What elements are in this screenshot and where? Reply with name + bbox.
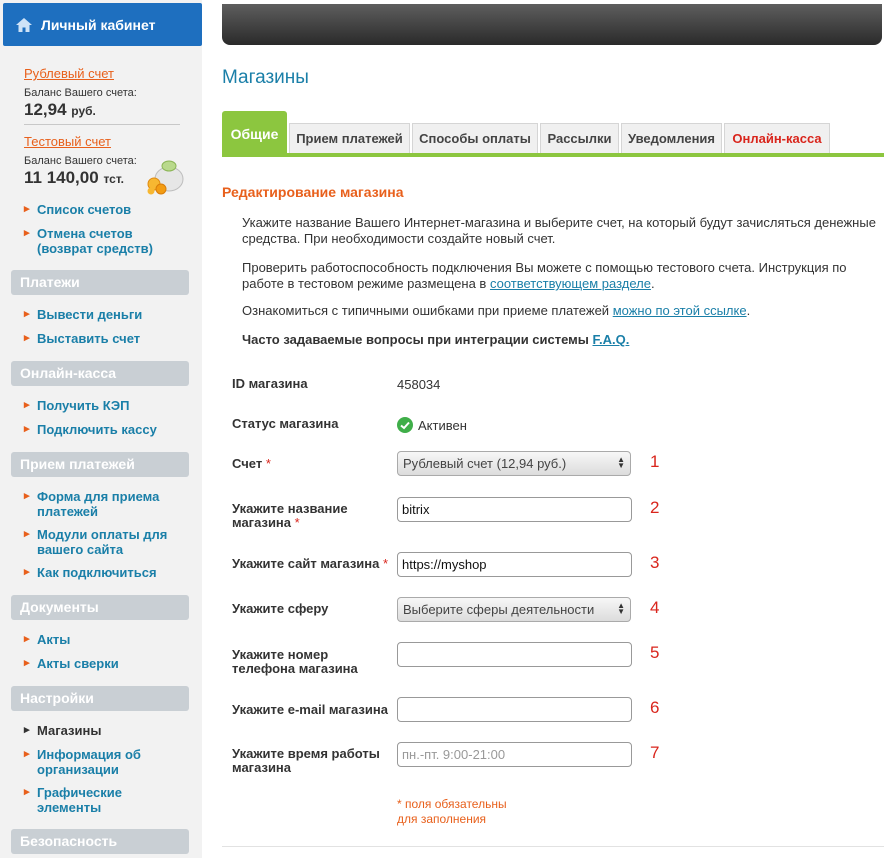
intro-text-2: Проверить работоспособность подключения …	[242, 260, 847, 291]
tab-mailings[interactable]: Рассылки	[540, 123, 619, 153]
sidebar-item-invoice[interactable]: ▸ Выставить счет	[24, 331, 140, 346]
sidebar-item-how-to-connect[interactable]: ▸ Как подключиться	[24, 565, 157, 580]
balance-label: Баланс Вашего счета:	[24, 155, 137, 167]
tab-online-kassa[interactable]: Онлайн-касса	[724, 123, 830, 153]
phone-input[interactable]	[397, 642, 632, 667]
tab-general[interactable]: Общие	[222, 111, 287, 157]
sidebar-item-payment-form[interactable]: ▸ Форма для приема платежей	[24, 489, 174, 519]
status-label: Статус магазина	[232, 416, 339, 431]
marker-7: 7	[650, 743, 660, 762]
shop-id-value: 458034	[397, 377, 441, 392]
balance-value: 11 140,00 тст.	[24, 168, 124, 187]
bullet-icon: ▸	[24, 748, 30, 760]
sidebar-section-online-kassa: Онлайн-касса	[11, 361, 189, 386]
sidebar-item-connect-kassa[interactable]: ▸ Подключить кассу	[24, 422, 157, 437]
select-arrows-icon: ▲ ▼	[617, 601, 625, 616]
marker-3: 3	[650, 553, 660, 572]
hours-label: Укажите время работы магазина	[232, 746, 380, 775]
coins-icon	[145, 155, 187, 195]
shop-name-label: Укажите название магазина *	[232, 501, 348, 530]
page-title: Магазины	[222, 67, 309, 88]
faq-link[interactable]: F.A.Q.	[593, 332, 630, 347]
sidebar-header[interactable]: Личный кабинет	[3, 3, 202, 46]
sidebar-header-title: Личный кабинет	[41, 16, 156, 33]
bullet-icon: ▸	[24, 227, 30, 239]
bullet-icon: ▸	[24, 490, 30, 502]
email-input[interactable]	[397, 697, 632, 722]
bullet-icon: ▸	[24, 786, 30, 798]
sidebar-item-payment-modules[interactable]: ▸ Модули оплаты для вашего сайта	[24, 527, 174, 557]
account-label: Счет *	[232, 456, 271, 471]
sidebar-item-cancel-accounts[interactable]: ▸ Отмена счетов (возврат средств)	[24, 226, 184, 256]
sidebar-section-settings: Настройки	[11, 686, 189, 711]
sidebar-section-security: Безопасность	[11, 829, 189, 854]
divider	[222, 846, 884, 847]
account-ruble-link[interactable]: Рублевый счет	[24, 66, 114, 81]
sidebar-item-accounts-list[interactable]: ▸ Список счетов	[24, 202, 131, 217]
bullet-icon: ▸	[24, 332, 30, 344]
tab-notifications[interactable]: Уведомления	[621, 123, 722, 153]
faq-text: Часто задаваемые вопросы при интеграции …	[242, 332, 630, 347]
marker-2: 2	[650, 498, 660, 517]
sphere-select[interactable]: Выберите сферы деятельности ▲ ▼	[397, 597, 631, 622]
check-circle-icon	[397, 417, 413, 433]
tab-accept-payments[interactable]: Прием платежей	[289, 123, 410, 153]
bullet-icon: ▸	[24, 308, 30, 320]
balance-value: 12,94 руб.	[24, 100, 96, 119]
shop-name-input[interactable]	[397, 497, 632, 522]
email-label: Укажите e-mail магазина	[232, 702, 388, 717]
phone-label: Укажите номер телефона магазина	[232, 647, 358, 676]
instruction-link[interactable]: соответствующем разделе	[490, 276, 651, 291]
marker-6: 6	[650, 698, 660, 717]
bullet-icon: ▸	[24, 633, 30, 645]
intro-text-1: Укажите название Вашего Интернет-магазин…	[242, 215, 876, 246]
bullet-icon: ▸	[24, 399, 30, 411]
bullet-icon: ▸	[24, 566, 30, 578]
account-select[interactable]: Рублевый счет (12,94 руб.) ▲ ▼	[397, 451, 631, 476]
hours-input[interactable]	[397, 742, 632, 767]
shop-site-label: Укажите сайт магазина *	[232, 556, 389, 571]
bullet-icon: ▸	[24, 528, 30, 540]
divider	[24, 124, 180, 125]
account-test-link[interactable]: Тестовый счет	[24, 134, 111, 149]
bullet-icon: ▸	[24, 724, 30, 736]
marker-4: 4	[650, 598, 660, 617]
sidebar-item-organization-info[interactable]: ▸ Информация об организации	[24, 747, 174, 777]
intro-text-3: Ознакомиться с типичными ошибками при пр…	[242, 303, 751, 318]
tab-payment-methods[interactable]: Способы оплаты	[412, 123, 538, 153]
balance-label: Баланс Вашего счета:	[24, 87, 137, 99]
errors-link[interactable]: можно по этой ссылке	[613, 303, 747, 318]
sidebar-item-reconciliation-acts[interactable]: ▸ Акты сверки	[24, 656, 119, 671]
tabs-underline	[222, 153, 884, 157]
sidebar-section-documents: Документы	[11, 595, 189, 620]
select-arrows-icon: ▲ ▼	[617, 455, 625, 470]
marker-1: 1	[650, 452, 660, 471]
shop-site-input[interactable]	[397, 552, 632, 577]
bullet-icon: ▸	[24, 423, 30, 435]
sidebar-section-accept-payments: Прием платежей	[11, 452, 189, 477]
account-ruble: Рублевый счет Баланс Вашего счета: 12,94…	[24, 66, 137, 120]
shop-id-label: ID магазина	[232, 376, 308, 391]
sidebar-item-withdraw[interactable]: ▸ Вывести деньги	[24, 307, 142, 322]
account-test: Тестовый счет Баланс Вашего счета: 11 14…	[24, 134, 137, 188]
sidebar-section-payments: Платежи	[11, 270, 189, 295]
tabs: Общие Прием платежей Способы оплаты Расс…	[222, 111, 884, 158]
home-icon	[15, 17, 33, 33]
sidebar-item-shops[interactable]: ▸ Магазины	[24, 723, 101, 738]
section-title: Редактирование магазина	[222, 184, 404, 200]
sidebar: Личный кабинет Рублевый счет Баланс Ваше…	[0, 0, 202, 858]
sphere-label: Укажите сферу	[232, 601, 329, 616]
required-footnote: * поля обязательны для заполнения	[397, 797, 507, 826]
sidebar-item-get-kep[interactable]: ▸ Получить КЭП	[24, 398, 129, 413]
bullet-icon: ▸	[24, 203, 30, 215]
bullet-icon: ▸	[24, 657, 30, 669]
sidebar-item-acts[interactable]: ▸ Акты	[24, 632, 70, 647]
status-value: Активен	[397, 417, 467, 433]
sidebar-item-graphic-elements[interactable]: ▸ Графические элементы	[24, 785, 174, 815]
marker-5: 5	[650, 643, 660, 662]
top-bar	[222, 4, 882, 45]
